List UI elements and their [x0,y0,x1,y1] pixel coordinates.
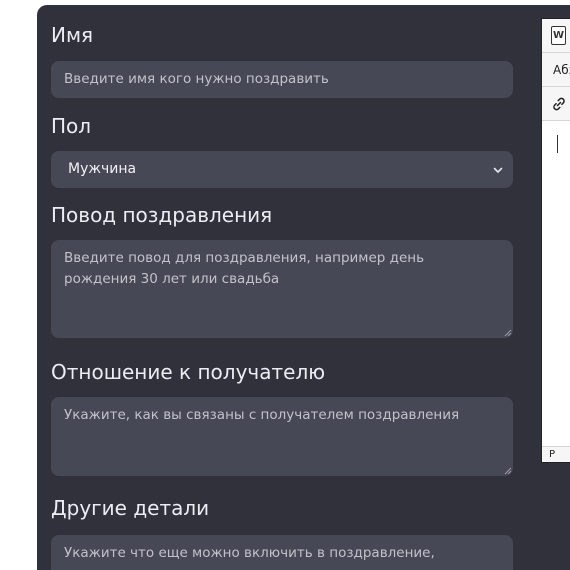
page: Имя Введите имя кого нужно поздравить По… [0,0,570,570]
editor-status-bar: P [542,446,570,462]
gender-select-value: Мужчина [68,161,137,177]
relation-label: Отношение к получателю [51,360,326,384]
editor-toolbar-row-1: W [542,19,570,53]
occasion-textarea[interactable]: Введите повод для поздравления, например… [51,240,513,338]
editor-toolbar-row-2: Абз [542,53,570,87]
name-input-placeholder: Введите имя кого нужно поздравить [64,71,329,87]
details-textarea-placeholder: Укажите что еще можно включить в поздрав… [64,545,435,570]
editor-content-area[interactable] [542,121,570,443]
occasion-textarea-placeholder: Введите повод для поздравления, например… [64,250,425,287]
gender-label: Пол [51,114,92,138]
chevron-down-icon [493,167,503,173]
resize-handle-icon[interactable] [503,328,512,337]
paragraph-format-dropdown[interactable]: Абз [553,63,570,77]
editor-toolbar-row-3 [542,87,570,121]
details-textarea[interactable]: Укажите что еще можно включить в поздрав… [51,535,513,570]
gender-select[interactable]: Мужчина [51,151,513,188]
name-input[interactable]: Введите имя кого нужно поздравить [51,61,513,98]
relation-textarea-placeholder: Укажите, как вы связаны с получателем по… [64,407,460,423]
relation-textarea[interactable]: Укажите, как вы связаны с получателем по… [51,397,513,476]
word-document-icon[interactable]: W [551,26,566,45]
rich-text-editor: W Абз P [541,18,570,463]
link-icon[interactable] [551,96,567,112]
resize-handle-icon[interactable] [503,466,512,475]
occasion-label: Повод поздравления [51,203,273,227]
name-label: Имя [51,23,94,47]
details-label: Другие детали [51,496,210,520]
text-caret [557,135,558,153]
